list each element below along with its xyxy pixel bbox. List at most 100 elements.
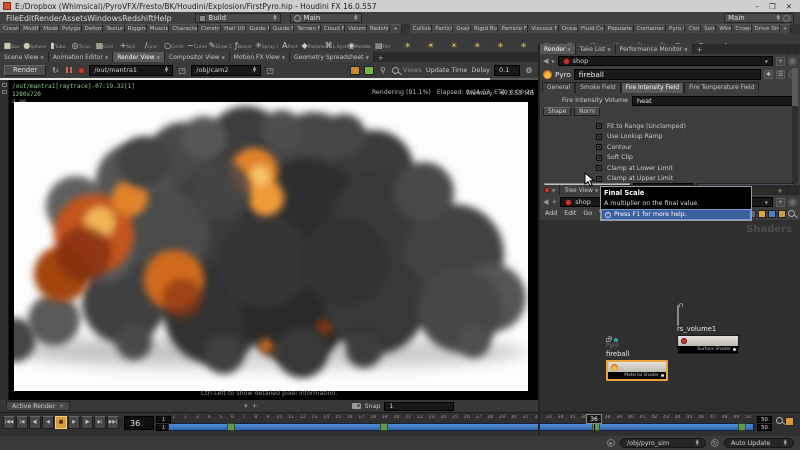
node-name-field[interactable]: fireball (574, 69, 761, 80)
checkbox[interactable] (596, 123, 602, 129)
shelf-tool[interactable]: ⌘L-System (325, 33, 348, 52)
gear-icon[interactable]: ⚙ (524, 65, 534, 75)
shelf-tab[interactable]: Populate Con (605, 24, 634, 33)
folder-icon[interactable] (758, 210, 766, 218)
shelf-tab[interactable]: Terrain FX (294, 24, 321, 33)
refresh-icon[interactable]: ↻ (50, 65, 60, 75)
shelf-tool[interactable]: ◆Platonic (301, 33, 324, 52)
parameter-scrollbar[interactable] (792, 68, 798, 183)
output-dot[interactable] (661, 374, 664, 377)
pane-tab-scene-view[interactable]: Scene View▼ (0, 52, 49, 62)
add-pane-tab-button[interactable]: + (773, 187, 787, 195)
minimize-button[interactable]: – (755, 2, 759, 11)
forward-arrow-icon[interactable]: + (551, 198, 557, 206)
snapshot-icon[interactable] (364, 66, 374, 75)
network-menu-item[interactable]: Add (545, 210, 557, 217)
node-fireball[interactable]: Pyro fireball Material Shader (606, 338, 668, 381)
shelf-tool[interactable]: ○Circle (162, 33, 185, 52)
pause-icon[interactable] (64, 65, 74, 75)
render-viewport[interactable]: Rendering (91.1%) Elapsed: 0:04:03 ETA: … (0, 80, 538, 400)
prev-key-button[interactable]: |◀ (16, 416, 28, 429)
main-context-selector-right[interactable]: Main ▲▼ (724, 13, 794, 23)
pane-tab-animation-editor[interactable]: Animation Editor▼ (49, 52, 114, 62)
main-context-selector[interactable]: Main ▲▼ (290, 13, 362, 23)
snap-field[interactable]: 1 (384, 402, 454, 411)
render-button[interactable]: Render (4, 65, 46, 76)
pane-tab-performance-monitor[interactable]: Performance Monitor▼ (616, 44, 693, 54)
shelf-tool[interactable]: ✎Draw Curve (209, 33, 232, 52)
rop-jump-icon[interactable]: ◳ (177, 65, 187, 75)
shelf-tab[interactable]: Collisions (410, 24, 433, 33)
checkbox[interactable] (596, 155, 602, 161)
flag-icon[interactable] (768, 210, 776, 218)
shelf-tool[interactable]: ◉Metaball (348, 33, 371, 52)
subtab-norm[interactable]: Norm (574, 107, 600, 116)
subtab-shape[interactable]: Shape (543, 107, 571, 116)
target-icon[interactable]: ◎ (788, 198, 797, 207)
go-end-button[interactable]: ▶▶| (107, 416, 119, 429)
shelf-tool[interactable]: ▤File (371, 33, 394, 52)
rop-selector[interactable]: /out/mantra1▲▼ (89, 65, 173, 76)
help-icon[interactable] (783, 15, 790, 22)
network-canvas[interactable]: Shaders rs_volume1 Surface Shader Pyro f… (540, 220, 800, 412)
shelf-tab[interactable]: Container Tools (634, 24, 666, 33)
shelf-tab[interactable]: Rigging (125, 24, 147, 33)
shelf-tool[interactable]: AFont (278, 33, 301, 52)
add-pane-tab-button[interactable]: + (374, 54, 388, 62)
network-menu-item[interactable]: Go (583, 210, 592, 217)
shelf-tab[interactable]: Hair Utils (221, 24, 246, 33)
close-button[interactable]: ✕ (786, 2, 792, 11)
shelf-tab[interactable]: Guide Br (270, 24, 294, 33)
play-button[interactable]: |▶ (81, 416, 93, 429)
network-menu-item[interactable]: Edit (564, 210, 576, 217)
pane-tab-compositor-view[interactable]: Compositor View▼ (165, 52, 230, 62)
shelf-tab[interactable]: Viscous Fluids (528, 24, 558, 33)
shelf-tool[interactable]: ☀Environm Light (512, 33, 535, 52)
shelf-tool[interactable]: ✳Spray Paint (255, 33, 278, 52)
pane-menu-icon[interactable] (787, 45, 797, 54)
gear-icon[interactable]: ✱ (764, 70, 773, 79)
tab-fire-temperature-field[interactable]: Fire Temperature Field (684, 82, 759, 93)
shelf-tab[interactable]: Texture (103, 24, 124, 33)
magnifier-icon[interactable] (392, 67, 399, 74)
update-time-label[interactable]: Update Time (426, 66, 468, 74)
menu-item[interactable]: Help (154, 14, 172, 23)
shelf-tab[interactable]: Particles (432, 24, 453, 33)
shelf-tab[interactable]: Muscles (147, 24, 170, 33)
shelf-tool[interactable]: ☀Geometry Light (466, 33, 489, 52)
recook-icon[interactable]: ↻ (711, 439, 719, 447)
shelf-tool[interactable]: +Null (116, 33, 139, 52)
bulb-icon[interactable]: ⚲ (378, 65, 388, 75)
checkbox[interactable] (596, 144, 602, 150)
next-key-button[interactable]: ▶| (94, 416, 106, 429)
shelf-tab[interactable]: Fluid Contai (578, 24, 605, 33)
tab-fire-intensity-field[interactable]: Fire Intensity Field (621, 82, 685, 93)
shelf-tab[interactable]: Drive Simula (752, 24, 780, 33)
playhead[interactable]: 36 (586, 414, 602, 424)
delay-field[interactable]: 0.1 (494, 65, 520, 76)
stop-icon[interactable] (78, 67, 85, 74)
shelf-tool[interactable]: ☀Point Light (396, 33, 419, 52)
timeline-bar[interactable] (168, 423, 754, 431)
snapshot-camera-icon[interactable] (352, 403, 361, 409)
shelf-more-button[interactable]: + (390, 24, 402, 33)
step-forward-button[interactable]: ▶ (68, 416, 80, 429)
menu-item[interactable]: Render (34, 14, 62, 23)
shelf-tab[interactable]: Crowds (732, 24, 751, 33)
shelf-tab[interactable]: Oceans (559, 24, 578, 33)
menu-item[interactable]: Assets (62, 14, 87, 23)
pane-tab-render-view[interactable]: Render View▼ (113, 52, 165, 62)
global-end-field[interactable]: 50 (757, 424, 772, 431)
tab-smoke-field[interactable]: Smoke Field (575, 82, 620, 93)
camera-jump-icon[interactable]: ◳ (265, 65, 275, 75)
tab-general[interactable]: General (542, 82, 575, 93)
title-bar[interactable]: E:/Dropbox (Whimsical)/PyroVFX/Fresto/BK… (0, 0, 800, 12)
pane-tab-take-list[interactable]: Take List▼ (576, 44, 616, 54)
checkbox[interactable] (596, 134, 602, 140)
message-icon[interactable]: ▸ (607, 439, 615, 447)
auto-key-icon[interactable] (785, 417, 794, 426)
checkbox[interactable] (596, 176, 602, 182)
shelf-tab[interactable]: Constrai (198, 24, 221, 33)
shelf-tab[interactable]: Polygon (59, 24, 82, 33)
desktop-selector[interactable]: Build ▲▼ (195, 13, 281, 23)
